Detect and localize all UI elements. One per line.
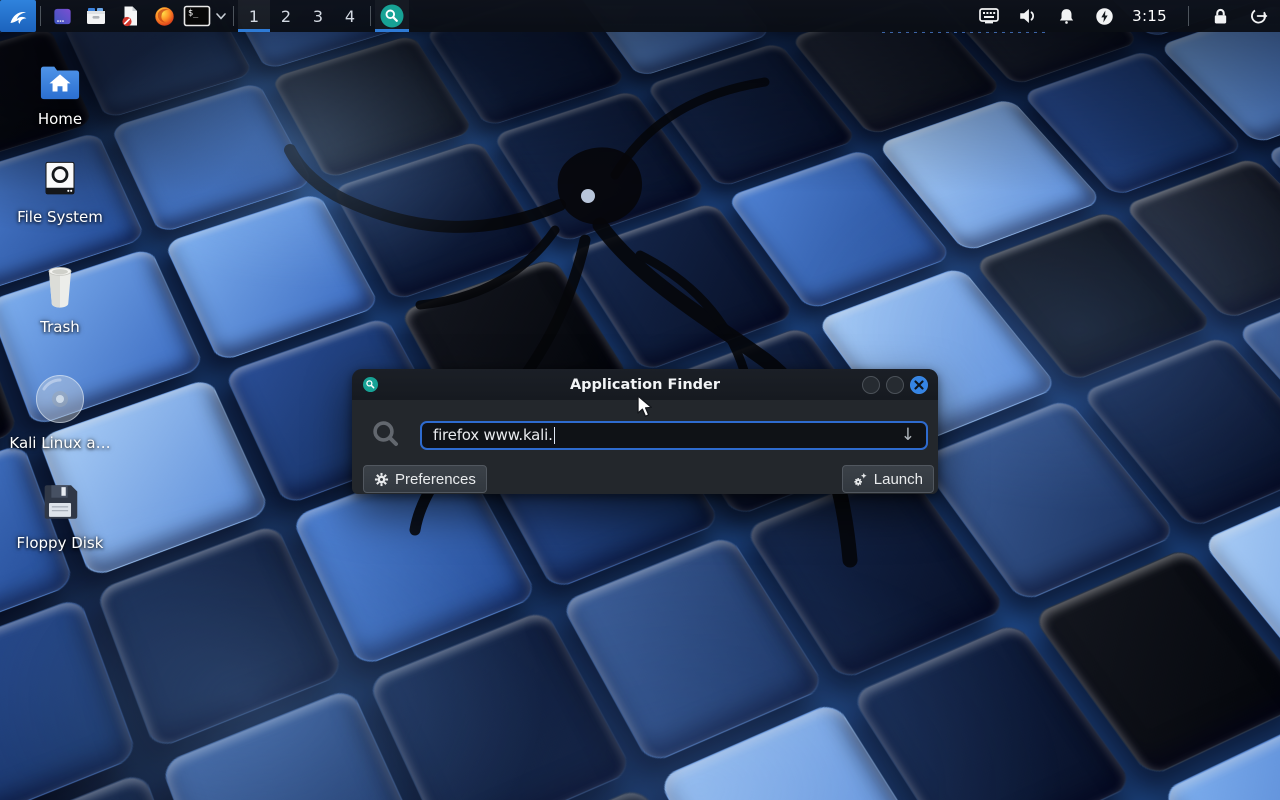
kali-logo-icon [6,4,30,28]
svg-text:$_: $_ [188,9,199,19]
launcher-file-manager[interactable] [79,0,113,32]
desktop-icon-label: File System [8,209,112,226]
lock-screen-button[interactable] [1210,5,1231,28]
desktop-icon-trash[interactable]: Trash [8,262,112,336]
launcher-text-editor[interactable] [113,0,147,32]
text-caret [554,427,556,444]
lock-icon [1210,5,1231,28]
desktop-icon-label: Home [8,111,112,128]
maximize-button[interactable] [886,376,904,394]
desktop-icon-home[interactable]: Home [8,58,112,128]
workspace-4[interactable]: 4 [334,0,366,32]
panel-right: 3:15 [978,0,1280,32]
desktop-icon-file-system[interactable]: File System [8,156,112,226]
trash-can-icon [38,263,82,311]
close-button[interactable] [910,376,928,394]
mouse-cursor [636,395,654,419]
text-editor-icon [118,4,142,28]
panel-separator [1188,6,1189,26]
bell-icon [1056,5,1077,28]
launch-button[interactable]: Launch [842,465,934,493]
panel-separator [40,6,41,26]
taskbar-application-finder[interactable] [375,0,409,32]
dialog-buttons: Preferences Launch [363,465,934,493]
clock[interactable]: 3:15 [1132,7,1167,25]
file-manager-icon [84,4,108,28]
desktop-icon-floppy-disk[interactable]: Floppy Disk [8,476,112,552]
workspace-4-label: 4 [345,7,355,26]
workspace-3-label: 3 [313,7,323,26]
launcher-terminal[interactable]: $_ [181,0,213,32]
application-finder-window: Application Finder firefox www.kali. ↓ [352,369,938,494]
floppy-disk-icon [37,478,83,526]
close-icon [914,380,924,390]
gear-icon [374,472,389,487]
search-input-value: firefox www.kali. [433,426,553,444]
minimize-button[interactable] [862,376,880,394]
search-icon [370,419,402,451]
power-battery-icon [1094,6,1115,27]
volume-control[interactable] [1017,4,1039,28]
top-panel: $_ 1 2 3 4 [0,0,1280,32]
firefox-icon [153,5,176,28]
preferences-button-label: Preferences [395,471,476,488]
launcher-desktop-window[interactable] [45,0,79,32]
application-finder-icon [379,3,405,29]
panel-left: $_ 1 2 3 4 [0,0,409,32]
home-folder-icon [37,60,83,102]
window-controls [862,376,928,394]
history-dropdown-arrow-icon[interactable]: ↓ [901,427,915,444]
desktop-icon-kali-linux[interactable]: Kali Linux a… [8,370,112,452]
search-row: firefox www.kali. ↓ [370,419,928,451]
workspace-1[interactable]: 1 [238,0,270,32]
launch-icon [853,472,868,487]
desktop-icon-label: Floppy Disk [8,535,112,552]
keyboard-icon [978,4,1000,28]
desktop-window-icon [51,5,74,28]
workspace-2[interactable]: 2 [270,0,302,32]
hard-drive-icon [39,157,81,201]
log-out-button[interactable] [1248,5,1270,27]
volume-icon [1017,4,1039,28]
desktop-icon-label: Kali Linux a… [8,435,112,452]
log-out-icon [1248,5,1270,27]
keyboard-indicator[interactable] [978,4,1000,28]
power-manager[interactable] [1094,6,1115,27]
notifications[interactable] [1056,5,1077,28]
launch-button-label: Launch [874,471,923,488]
workspace-2-label: 2 [281,7,291,26]
search-input[interactable]: firefox www.kali. ↓ [420,421,928,450]
workspace-1-label: 1 [249,7,259,26]
desktop-icon-label: Trash [8,319,112,336]
optical-disc-icon [32,371,88,427]
launcher-firefox[interactable] [147,0,181,32]
window-title: Application Finder [352,377,938,393]
applications-menu-button[interactable] [0,0,36,32]
launcher-dropdown-button[interactable] [213,0,229,32]
panel-separator [370,6,371,26]
preferences-button[interactable]: Preferences [363,465,487,493]
chevron-down-icon [215,11,227,21]
panel-separator [233,6,234,26]
terminal-icon: $_ [183,4,211,28]
workspace-3[interactable]: 3 [302,0,334,32]
